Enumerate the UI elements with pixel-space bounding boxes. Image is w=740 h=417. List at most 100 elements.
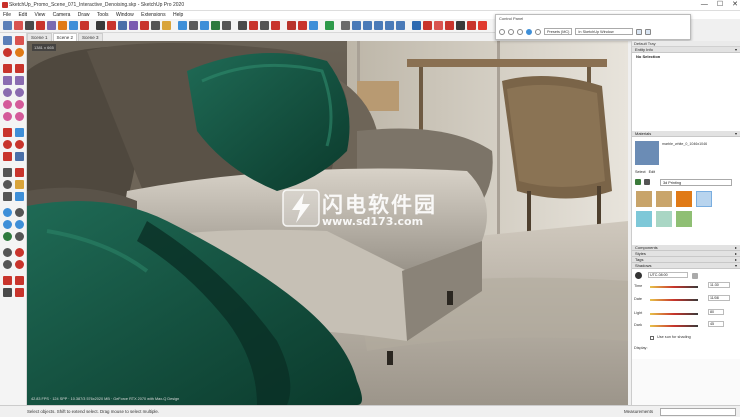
rotate-icon[interactable] [3,140,12,149]
material-swatch[interactable] [696,191,712,207]
light-slider[interactable] [650,313,698,315]
settings-icon[interactable] [645,28,652,35]
select-icon[interactable] [3,36,12,45]
look-around-tool-icon[interactable] [3,260,12,269]
protractor-tool-icon[interactable] [3,180,12,189]
menu-help[interactable]: Help [170,11,186,19]
circle-icon[interactable] [3,88,12,97]
tab-scene-1[interactable]: Scene 1 [27,33,52,41]
pencil-icon[interactable] [3,64,12,73]
freehand-icon[interactable] [15,64,24,73]
section-plane-tool-icon[interactable] [15,260,24,269]
zoom-tool-icon[interactable] [200,21,209,30]
zoom-extents-tool-icon[interactable] [3,232,12,241]
camera-lock-icon[interactable] [535,28,541,35]
pan-tool-icon[interactable] [189,21,198,30]
tape-measure-icon[interactable] [129,21,138,30]
axes-icon[interactable] [3,192,12,201]
dimension-icon[interactable] [15,168,24,177]
orbit-tool-icon[interactable] [178,21,187,30]
text-tool-icon[interactable] [162,21,171,30]
zoom-icon[interactable] [3,220,12,229]
offset-icon[interactable] [15,152,24,161]
polygon-icon[interactable] [15,88,24,97]
menu-extensions[interactable]: Extensions [138,11,168,19]
material-swatch[interactable] [656,211,672,227]
layout-icon[interactable] [309,21,318,30]
current-material-swatch[interactable] [635,141,659,165]
follow-me-icon[interactable] [15,140,24,149]
denoise-icon[interactable] [467,21,476,30]
close-button[interactable]: ✕ [732,1,738,9]
position-camera-tool-icon[interactable] [3,248,12,257]
use-sun-checkbox[interactable] [650,336,654,340]
right-view-icon[interactable] [374,21,383,30]
tab-scene-2[interactable]: Scene 2 [52,33,78,41]
time-slider[interactable] [650,286,698,288]
timezone-select[interactable]: UTC-08:00 [648,272,688,278]
tab-edit[interactable]: Edit [649,170,656,174]
light-input[interactable]: 80 [708,309,724,315]
eraser-tool-icon[interactable] [14,21,23,30]
text-icon[interactable] [15,180,24,189]
render-target-select[interactable]: In SketchUp Window [575,28,634,35]
rotated-rect-icon[interactable] [15,76,24,85]
zoom-window-icon[interactable] [15,220,24,229]
scale-icon[interactable] [3,152,12,161]
back-view-icon[interactable] [385,21,394,30]
push-pull-icon[interactable] [69,21,78,30]
material-swatch[interactable] [676,211,692,227]
look-around-icon[interactable] [260,21,269,30]
tab-select[interactable]: Select [635,170,646,174]
dark-slider[interactable] [650,325,698,327]
interactive-mode-icon[interactable] [526,28,532,35]
warehouse-icon[interactable] [3,276,12,285]
frame-buffer-icon[interactable] [456,21,465,30]
shapes-tool-icon[interactable] [47,21,56,30]
iso-view-icon[interactable] [341,21,350,30]
select-tool-icon[interactable] [3,21,12,30]
lasso-icon[interactable] [3,48,12,57]
material-swatch[interactable] [636,211,652,227]
home-icon[interactable] [635,179,641,185]
rotate-tool-icon[interactable] [96,21,105,30]
freehand-tool-icon[interactable] [36,21,45,30]
frame-window-icon[interactable] [636,28,643,35]
render-stop-circle-icon[interactable] [517,28,523,35]
offset-tool-icon[interactable] [118,21,127,30]
menu-draw[interactable]: Draw [75,11,93,19]
walk-icon[interactable] [15,248,24,257]
menu-view[interactable]: View [31,11,48,19]
zoom-extents-icon[interactable] [211,21,220,30]
date-slider[interactable] [650,299,698,301]
extension-icon[interactable] [15,276,24,285]
material-swatch[interactable] [676,191,692,207]
previous-view-icon[interactable] [222,21,231,30]
3d-text-icon[interactable] [15,192,24,201]
pan-icon[interactable] [15,208,24,217]
entity-info-header[interactable]: Entity Info ▾ [632,47,740,53]
dark-input[interactable]: 45 [708,321,724,327]
sandbox-icon[interactable] [3,288,12,297]
measurements-input[interactable] [660,408,736,416]
pie-icon[interactable] [15,112,24,121]
dimension-tool-icon[interactable] [140,21,149,30]
interactive-render-icon[interactable] [445,21,454,30]
3d-viewport[interactable]: 1381 x 665 42.83 FPS · 124 SPP · 10.387/… [27,41,628,405]
render-start-icon[interactable] [412,21,421,30]
walk-tool-icon[interactable] [249,21,258,30]
minimize-button[interactable]: — [701,1,708,9]
move-tool-icon[interactable] [80,21,89,30]
material-swatch[interactable] [636,191,652,207]
3d-warehouse-icon[interactable] [287,21,296,30]
protractor-icon[interactable] [151,21,160,30]
previous-icon[interactable] [15,232,24,241]
maximize-button[interactable]: ☐ [717,1,723,9]
asset-editor-icon[interactable] [478,21,487,30]
left-view-icon[interactable] [396,21,405,30]
render-pause-icon[interactable] [508,28,514,35]
date-input[interactable]: 11/08 [708,295,730,301]
three-point-arc-icon[interactable] [3,112,12,121]
position-camera-icon[interactable] [238,21,247,30]
tape-icon[interactable] [3,168,12,177]
